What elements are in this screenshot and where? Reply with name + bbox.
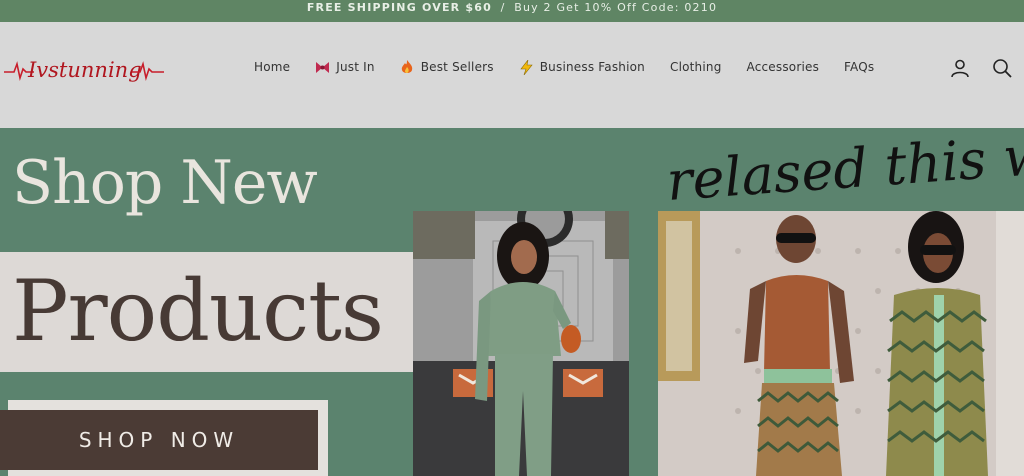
nav-label: Just In bbox=[336, 60, 375, 74]
announcement-divider: / bbox=[500, 1, 506, 14]
nav-label: Accessories bbox=[746, 60, 820, 74]
nav-item-home[interactable]: Home bbox=[254, 60, 290, 74]
fire-icon bbox=[400, 59, 415, 74]
nav-item-best-sellers[interactable]: Best Sellers bbox=[400, 59, 494, 74]
hero-headline-shop-new: Shop New bbox=[12, 148, 318, 218]
hero-script-text: relased this we bbox=[665, 128, 1024, 232]
lightning-icon bbox=[519, 59, 534, 75]
shop-now-button[interactable]: SHOP NOW bbox=[0, 410, 318, 470]
nav-label: Best Sellers bbox=[420, 60, 494, 74]
main-nav: Home Just In Best Sellers Business Fashi… bbox=[254, 59, 899, 75]
nav-item-just-in[interactable]: Just In bbox=[315, 60, 375, 74]
model-photo-two-women[interactable] bbox=[658, 211, 1024, 476]
nav-item-faqs[interactable]: FAQs bbox=[844, 60, 874, 74]
logo-text: Ivstunning bbox=[27, 58, 142, 82]
model-photo-green-outfit[interactable] bbox=[413, 211, 629, 476]
nav-item-clothing[interactable]: Clothing bbox=[670, 60, 722, 74]
nav-label: Business Fashion bbox=[539, 60, 645, 74]
search-icon[interactable] bbox=[992, 58, 1012, 78]
nav-item-accessories[interactable]: Accessories bbox=[747, 60, 820, 74]
nav-label: FAQs bbox=[844, 60, 875, 74]
nav-item-business-fashion[interactable]: Business Fashion bbox=[519, 59, 645, 75]
promo-text: Buy 2 Get 10% Off Code: 0210 bbox=[514, 1, 718, 14]
nav-label: Home bbox=[254, 60, 291, 74]
bow-icon bbox=[315, 60, 330, 74]
hero-headline-products: Products bbox=[12, 262, 384, 360]
hero-banner[interactable]: Shop New Products SHOP NOW relased this … bbox=[0, 128, 1024, 476]
brand-logo[interactable]: Ivstunning bbox=[4, 50, 164, 86]
free-shipping-text: FREE SHIPPING OVER $60 bbox=[306, 1, 492, 14]
site-header: Ivstunning Home Just In Best Sellers Bus… bbox=[0, 22, 1024, 128]
account-icon[interactable] bbox=[950, 58, 970, 78]
script-caption: relased this we bbox=[668, 132, 1024, 213]
nav-label: Clothing bbox=[669, 60, 722, 74]
announcement-bar: FREE SHIPPING OVER $60 / Buy 2 Get 10% O… bbox=[0, 0, 1024, 22]
